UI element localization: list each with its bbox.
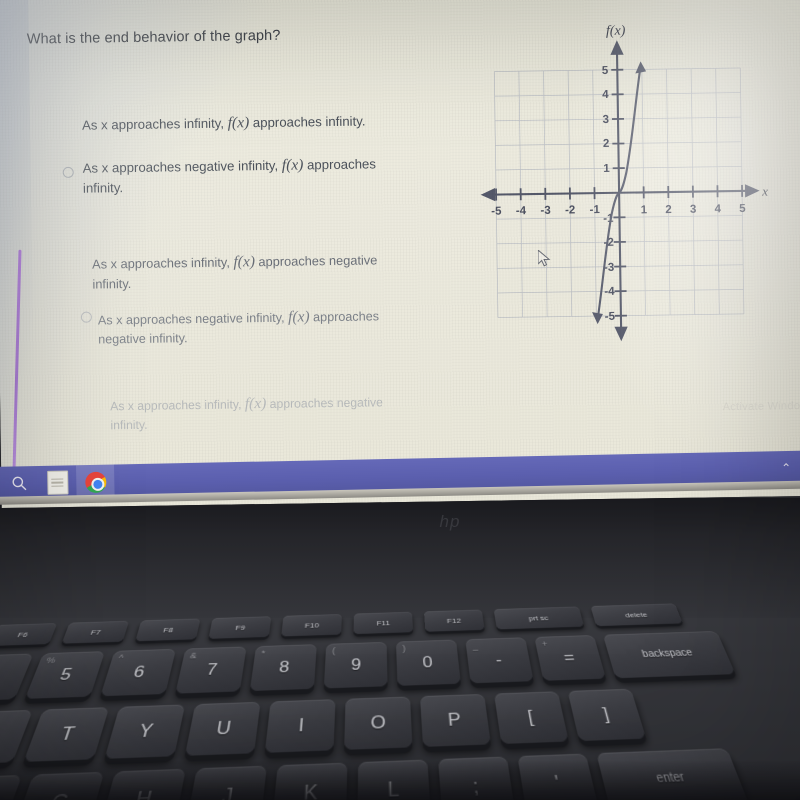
option-2-frag-b: approaches — [306, 156, 377, 173]
key-7[interactable]: & 7 — [175, 646, 247, 694]
x-tick-label-1: 1 — [641, 204, 648, 216]
key-delete[interactable]: delete — [590, 603, 683, 627]
y-tick-label-2: 2 — [603, 138, 610, 150]
key-f6[interactable]: F6 — [0, 623, 58, 647]
answer-option-2[interactable]: As x approaches negative infinity, f(x) … — [83, 154, 414, 199]
curve-arrow-up — [635, 61, 647, 74]
x-tick-label--5: -5 — [491, 205, 502, 217]
key-f8[interactable]: F8 — [135, 618, 201, 642]
y-axis-arrow-up — [610, 40, 624, 55]
key-t[interactable]: T — [23, 707, 110, 762]
option-5-frag-a: As x approaches infinity, — [110, 397, 242, 414]
mouse-cursor — [537, 248, 552, 268]
chevron-up-icon[interactable]: ⌃ — [781, 461, 791, 475]
key-backspace[interactable]: backspace — [602, 630, 736, 679]
key-0[interactable]: ) 0 — [395, 639, 461, 686]
key-8[interactable]: * 8 — [249, 644, 317, 692]
x-tick-label-3: 3 — [690, 204, 697, 216]
option-4-frag-b: approaches — [313, 309, 380, 325]
watermark-line-1: Activate Windows — [722, 399, 800, 414]
curve-arrow-down — [592, 312, 603, 325]
option-4-math: f(x) — [287, 308, 310, 326]
x-axis-label: x — [761, 184, 768, 199]
laptop-photo: hp F5 F6 F7 F8 F9 F10 F11 F12 prt sc del… — [0, 0, 800, 800]
option-5-frag-b: approaches negative — [269, 395, 383, 411]
taskbar-system-tray: ⌃ — [781, 460, 800, 476]
key-i[interactable]: I — [264, 699, 336, 753]
option-5-math: f(x) — [244, 395, 267, 413]
key-f11[interactable]: F11 — [353, 611, 414, 635]
y-tick-label-5: 5 — [602, 65, 609, 77]
radio-button-option-2[interactable] — [62, 166, 74, 178]
y-axis-label: f(x) — [606, 24, 626, 39]
x-tick-label-4: 4 — [714, 203, 721, 215]
answer-option-4-line-2: negative infinity. — [98, 331, 188, 347]
key-u[interactable]: U — [184, 701, 261, 756]
radio-button-option-4[interactable] — [80, 311, 92, 323]
keyboard-bottom-shadow — [0, 760, 800, 800]
key-bracket-left[interactable]: [ — [493, 691, 569, 744]
chrome-icon-glyph — [84, 471, 107, 493]
x-tick-label--3: -3 — [540, 205, 550, 217]
key-f10[interactable]: F10 — [281, 614, 342, 637]
page-left-edge — [0, 0, 36, 468]
option-1-math: f(x) — [227, 114, 250, 132]
x-tick-label--4: -4 — [516, 205, 527, 217]
x-tick-label--1: -1 — [590, 204, 601, 216]
activate-windows-watermark: Activate Windows — [694, 400, 800, 415]
option-1-frag-a: As x approaches infinity, — [81, 115, 225, 133]
key-f12[interactable]: F12 — [423, 609, 485, 632]
search-icon-glyph — [12, 476, 27, 491]
key-f7[interactable]: F7 — [61, 620, 130, 644]
y-tick-label--4: -4 — [604, 286, 615, 298]
key-5[interactable]: % 5 — [24, 651, 106, 699]
option-2-math: f(x) — [281, 156, 304, 174]
key-minus[interactable]: _ - — [465, 637, 534, 684]
option-2-frag-a: As x approaches negative infinity, — [82, 157, 279, 176]
key-f9[interactable]: F9 — [208, 616, 272, 639]
option-3-math: f(x) — [233, 253, 256, 271]
y-axis-arrow-down — [614, 326, 628, 342]
option-3-frag-a: As x approaches infinity, — [91, 254, 230, 272]
file-explorer-icon-glyph — [46, 470, 69, 495]
laptop-screen: What is the end behavior of the graph? A… — [0, 0, 800, 508]
key-y[interactable]: Y — [104, 704, 186, 759]
y-tick-label-1: 1 — [603, 163, 610, 175]
x-axis-arrow-left — [480, 187, 496, 202]
key-9[interactable]: (9 — [323, 641, 388, 689]
x-tick-label-5: 5 — [739, 203, 746, 215]
option-3-frag-b: approaches negative — [258, 252, 378, 270]
x-tick-label-2: 2 — [665, 204, 672, 216]
answer-option-1-text: As x approaches infinity, f(x) approache… — [82, 112, 412, 135]
y-tick-label-4: 4 — [602, 89, 609, 101]
key-print-screen[interactable]: prt sc — [493, 606, 585, 630]
option-4-frag-a: As x approaches negative infinity, — [97, 310, 285, 328]
key-o[interactable]: O — [344, 696, 413, 750]
answer-option-3[interactable]: As x approaches infinity, f(x) approache… — [92, 250, 411, 295]
answer-option-5[interactable]: As x approaches infinity, f(x) approache… — [110, 392, 429, 436]
answer-option-1[interactable]: As x approaches infinity, f(x) approache… — [82, 112, 412, 135]
key-p[interactable]: P — [420, 693, 491, 747]
x-tick-label--2: -2 — [565, 204, 575, 216]
laptop-logo: hp — [439, 512, 461, 531]
function-graph: -5 -4 -3 -2 -1 1 2 3 4 5 5 4 3 2 1 -1 -2… — [473, 14, 778, 348]
browser-page: What is the end behavior of the graph? A… — [0, 0, 800, 470]
option-1-frag-b: approaches infinity. — [252, 113, 366, 131]
y-tick-label--5: -5 — [605, 311, 616, 323]
key-equals[interactable]: + = — [534, 635, 606, 681]
key-6[interactable]: ^ 6 — [100, 648, 177, 697]
y-tick-label-3: 3 — [603, 114, 610, 126]
page-title: What is the end behavior of the graph? — [26, 27, 281, 48]
x-axis-arrow-right — [744, 184, 760, 198]
answer-option-4[interactable]: As x approaches negative infinity, f(x) … — [98, 306, 417, 350]
graph-svg: -5 -4 -3 -2 -1 1 2 3 4 5 5 4 3 2 1 -1 -2… — [480, 24, 768, 342]
key-bracket-right[interactable]: ] — [567, 688, 647, 742]
